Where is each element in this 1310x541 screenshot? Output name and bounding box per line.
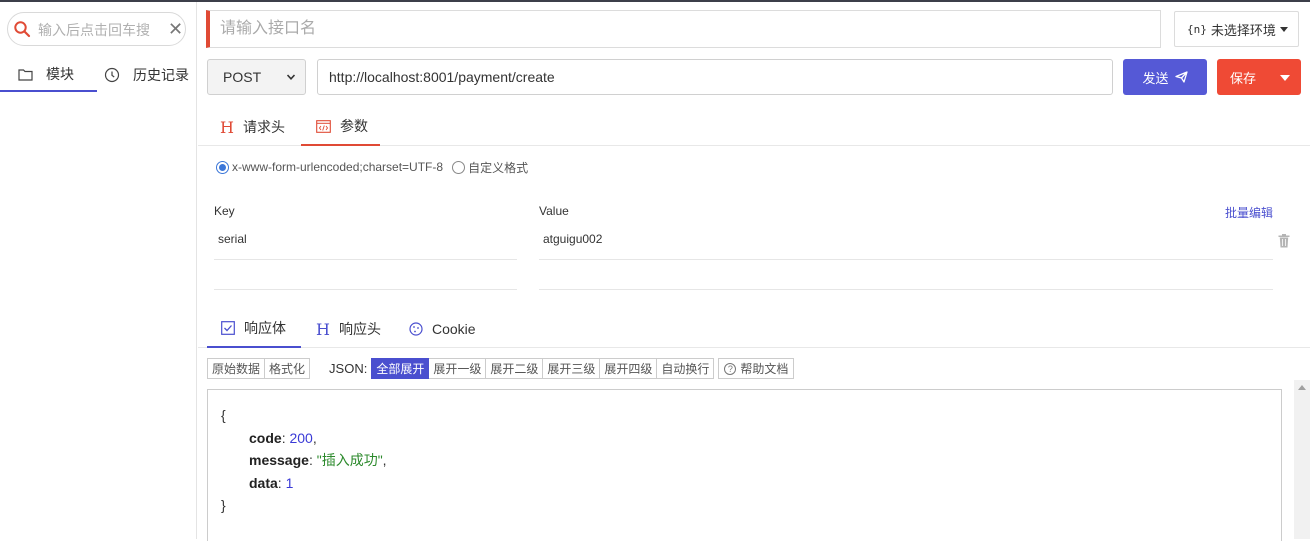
key-header: Key [214, 204, 235, 218]
clock-icon [104, 67, 120, 83]
scrollbar[interactable] [1294, 380, 1310, 539]
json-key: code [249, 429, 282, 446]
expand-level-4-button[interactable]: 展开四级 [600, 358, 658, 379]
expand-level-3-button[interactable]: 展开三级 [543, 358, 601, 379]
environment-label: 未选择环境 [1210, 22, 1276, 38]
param-key-input[interactable]: serial [214, 228, 517, 260]
tab-history-label: 历史记录 [133, 67, 189, 83]
json-close-brace: } [221, 497, 226, 513]
tab-request-headers[interactable]: H 请求头 [220, 108, 285, 146]
save-dropdown-icon[interactable] [1280, 75, 1290, 81]
tab-response-body-label: 响应体 [244, 320, 286, 336]
param-key-input-empty[interactable] [214, 258, 517, 290]
sidebar: ✕ 模块 历史记录 [0, 2, 197, 539]
save-button[interactable]: 保存 [1217, 59, 1301, 95]
tab-response-body[interactable]: 响应体 [207, 310, 301, 348]
environment-select[interactable]: {n} 未选择环境 [1174, 11, 1299, 47]
checkbox-icon [221, 321, 235, 335]
json-line-code: code: 200, [249, 429, 317, 446]
json-key: message [249, 452, 309, 468]
param-value-input[interactable]: atguigu002 [539, 228, 1273, 260]
send-label: 发送 [1142, 70, 1169, 86]
response-tabs: 响应体 H 响应头 Cookie [198, 310, 1310, 348]
save-label: 保存 [1230, 70, 1257, 86]
param-value-input-empty[interactable] [539, 258, 1273, 290]
json-line-data: data: 1 [249, 474, 294, 491]
json-number: 200 [289, 429, 313, 446]
folder-icon [18, 68, 33, 81]
search-input[interactable] [38, 20, 163, 40]
close-icon[interactable]: ✕ [168, 18, 183, 40]
main-panel: {n} 未选择环境 POST 发送 保存 H 请求头 参数 [198, 2, 1310, 541]
cookie-icon [409, 322, 423, 336]
expand-level-1-button[interactable]: 展开一级 [429, 358, 487, 379]
help-docs-label: 帮助文档 [740, 362, 789, 376]
tab-response-headers-label: 响应头 [338, 321, 381, 337]
json-line-message: message: "插入成功", [249, 452, 387, 468]
bulk-edit-link[interactable]: 批量编辑 [1225, 204, 1273, 221]
radio-custom[interactable] [452, 160, 466, 174]
method-select[interactable]: POST [207, 59, 306, 95]
url-input[interactable] [317, 59, 1113, 95]
value-header: Value [539, 204, 569, 218]
json-string: "插入成功" [316, 452, 383, 468]
method-value: POST [223, 69, 262, 85]
tab-response-headers[interactable]: H 响应头 [316, 310, 381, 348]
expand-level-2-button[interactable]: 展开二级 [486, 358, 544, 379]
sidebar-tabs: 模块 历史记录 [0, 58, 197, 92]
radio-urlencoded-label: x-www-form-urlencoded;charset=UTF-8 [232, 160, 444, 174]
chevron-down-icon [1280, 27, 1288, 32]
json-label: JSON: [329, 361, 368, 376]
code-icon [316, 119, 331, 133]
body-format-radios: x-www-form-urlencoded;charset=UTF-8 自定义格… [216, 158, 528, 176]
tab-modules-label: 模块 [46, 66, 74, 82]
question-icon: ? [724, 362, 737, 375]
scroll-up-icon[interactable] [1298, 385, 1306, 390]
search-box[interactable]: ✕ [7, 12, 186, 46]
tab-modules[interactable]: 模块 [0, 58, 97, 92]
expand-all-button[interactable]: 全部展开 [371, 358, 430, 379]
env-brace-icon: {n} [1187, 22, 1207, 36]
radio-urlencoded[interactable] [216, 160, 229, 174]
raw-data-button[interactable]: 原始数据 [207, 358, 266, 379]
json-number: 1 [285, 474, 294, 491]
response-json-viewer[interactable]: { code: 200, message: "插入成功", data: 1 } [207, 389, 1282, 541]
tab-history[interactable]: 历史记录 [104, 58, 189, 92]
radio-custom-label: 自定义格式 [468, 160, 529, 175]
h-icon: H [220, 117, 234, 137]
h-icon: H [316, 319, 330, 339]
tab-cookie[interactable]: Cookie [409, 310, 476, 348]
search-icon [14, 21, 31, 38]
request-tabs: H 请求头 参数 [198, 108, 1310, 146]
chevron-down-icon [287, 74, 295, 80]
tab-params[interactable]: 参数 [301, 108, 380, 146]
format-button[interactable]: 格式化 [265, 358, 311, 379]
tab-request-headers-label: 请求头 [242, 119, 285, 135]
trash-icon[interactable] [1278, 234, 1290, 248]
api-name-input[interactable] [206, 10, 1161, 48]
help-docs-button[interactable]: ? 帮助文档 [718, 358, 795, 379]
send-button[interactable]: 发送 [1123, 59, 1207, 95]
paper-plane-icon [1174, 71, 1188, 83]
json-key: data [249, 474, 278, 491]
tab-cookie-label: Cookie [432, 321, 476, 337]
tab-params-label: 参数 [340, 118, 368, 134]
word-wrap-button[interactable]: 自动换行 [657, 358, 715, 379]
json-open-brace: { [221, 407, 226, 423]
response-toolbar: 原始数据 格式化 JSON: 全部展开 展开一级 展开二级 展开三级 展开四级 … [207, 358, 795, 379]
